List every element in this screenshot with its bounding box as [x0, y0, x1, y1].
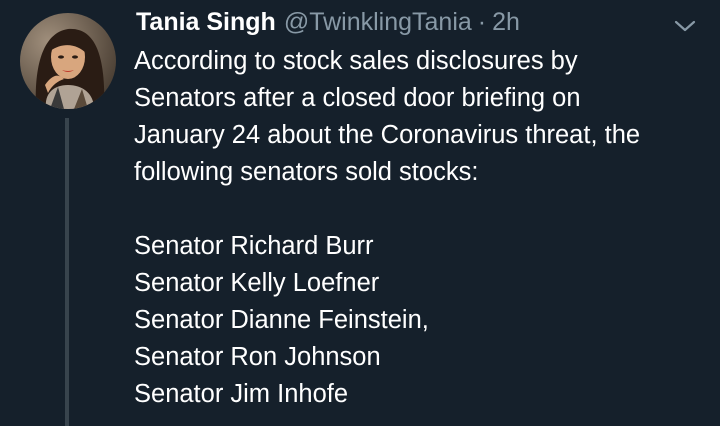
avatar-image — [20, 13, 116, 109]
senator-line: Senator Ron Johnson — [134, 343, 381, 371]
tweet-text-line: Senators after a closed door briefing on — [134, 84, 581, 112]
senator-line: Senator Jim Inhofe — [134, 380, 349, 408]
separator-dot: · — [477, 8, 487, 36]
thread-line — [65, 118, 69, 426]
senator-line: Senator Richard Burr — [134, 232, 374, 260]
tweet[interactable]: Tania Singh @TwinklingTania · 2h Accordi… — [0, 0, 720, 426]
tweet-text: According to stock sales disclosures by … — [134, 43, 704, 413]
author-handle[interactable]: @TwinklingTania — [284, 7, 472, 37]
tweet-header: Tania Singh @TwinklingTania · 2h — [136, 7, 520, 37]
avatar[interactable] — [20, 13, 116, 109]
senator-line: Senator Kelly Loefner — [134, 269, 380, 297]
tweet-text-line: According to stock sales disclosures by — [134, 47, 578, 75]
tweet-text-line: January 24 about the Coronavirus threat,… — [134, 121, 641, 149]
senator-line: Senator Dianne Feinstein, — [134, 306, 429, 334]
more-options-button[interactable] — [672, 16, 698, 36]
chevron-down-icon — [674, 20, 696, 32]
timestamp[interactable]: 2h — [492, 7, 520, 37]
tweet-text-line: following senators sold stocks: — [134, 158, 479, 186]
author-name[interactable]: Tania Singh — [136, 7, 276, 37]
